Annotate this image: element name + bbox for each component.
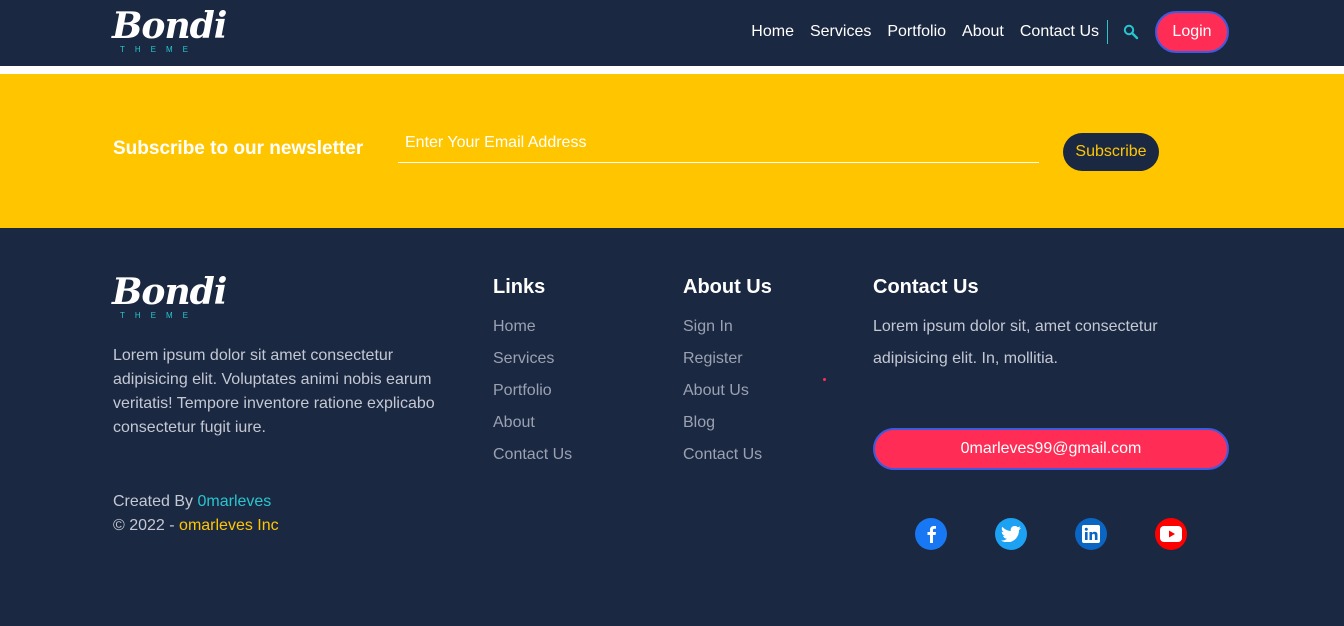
footer-credits: Created By 0marleves © 2022 - omarleves …	[113, 490, 279, 538]
footer-about-title: About Us	[683, 276, 772, 298]
footer-link-about[interactable]: About	[493, 407, 572, 439]
brand-tagline: THEME	[120, 45, 198, 54]
footer-about-column: About Us Sign In Register About Us Blog …	[683, 276, 772, 471]
main-nav: Home Services Portfolio About Contact Us…	[751, 11, 1229, 53]
footer-contact-text: Lorem ipsum dolor sit, amet consectetur …	[873, 318, 1158, 367]
footer-link-services[interactable]: Services	[493, 343, 572, 375]
footer-link-sign-in[interactable]: Sign In	[683, 311, 772, 343]
nav-divider	[1107, 20, 1108, 44]
footer-contact-title: Contact Us	[873, 276, 979, 298]
nav-portfolio[interactable]: Portfolio	[887, 23, 946, 41]
author-link[interactable]: 0marleves	[197, 493, 271, 510]
login-button[interactable]: Login	[1155, 11, 1229, 53]
footer-link-contact-us[interactable]: Contact Us	[683, 439, 772, 471]
footer-logo[interactable]: Bondi THEME	[112, 271, 227, 320]
created-by-line: Created By 0marleves	[113, 490, 279, 514]
footer-contact-column: Contact Us Lorem ipsum dolor sit, amet c…	[873, 276, 1193, 375]
footer-link-blog[interactable]: Blog	[683, 407, 772, 439]
site-footer: Bondi THEME Lorem ipsum dolor sit amet c…	[0, 228, 1344, 626]
footer-links-column: Links Home Services Portfolio About Cont…	[493, 276, 572, 471]
contact-email-button[interactable]: 0marleves99@gmail.com	[873, 428, 1229, 470]
youtube-icon[interactable]	[1155, 518, 1187, 550]
footer-brand-tagline: THEME	[120, 311, 198, 320]
newsletter-email-input[interactable]: Enter Your Email Address	[398, 126, 1039, 163]
footer-link-register[interactable]: Register	[683, 343, 772, 375]
footer-link-about-us[interactable]: About Us	[683, 375, 772, 407]
newsletter-title: Subscribe to our newsletter	[113, 138, 364, 159]
nav-services[interactable]: Services	[810, 23, 871, 41]
decorative-dot	[823, 378, 826, 381]
brand-logo[interactable]: Bondi THEME	[112, 5, 227, 54]
footer-link-home[interactable]: Home	[493, 311, 572, 343]
copyright-line: © 2022 - omarleves Inc	[113, 514, 279, 538]
brand-name: Bondi	[112, 5, 227, 47]
newsletter-section: Subscribe to our newsletter Enter Your E…	[0, 74, 1344, 228]
footer-brand-name: Bondi	[112, 271, 227, 313]
company-link[interactable]: omarleves Inc	[179, 517, 279, 534]
footer-link-contact[interactable]: Contact Us	[493, 439, 572, 471]
linkedin-icon[interactable]	[1075, 518, 1107, 550]
footer-about-text: Lorem ipsum dolor sit amet consectetur a…	[113, 347, 435, 436]
subscribe-button[interactable]: Subscribe	[1063, 133, 1159, 171]
nav-about[interactable]: About	[962, 23, 1004, 41]
site-header: Bondi THEME Home Services Portfolio Abou…	[0, 0, 1344, 66]
facebook-icon[interactable]	[915, 518, 947, 550]
search-icon[interactable]	[1123, 24, 1139, 40]
footer-links-title: Links	[493, 276, 546, 298]
created-by-label: Created By	[113, 493, 198, 510]
header-divider-strip	[0, 66, 1344, 74]
copyright-prefix: © 2022 -	[113, 517, 180, 534]
social-links	[915, 518, 1235, 550]
footer-link-portfolio[interactable]: Portfolio	[493, 375, 572, 407]
nav-contact[interactable]: Contact Us	[1020, 23, 1099, 41]
nav-home[interactable]: Home	[751, 23, 794, 41]
twitter-icon[interactable]	[995, 518, 1027, 550]
